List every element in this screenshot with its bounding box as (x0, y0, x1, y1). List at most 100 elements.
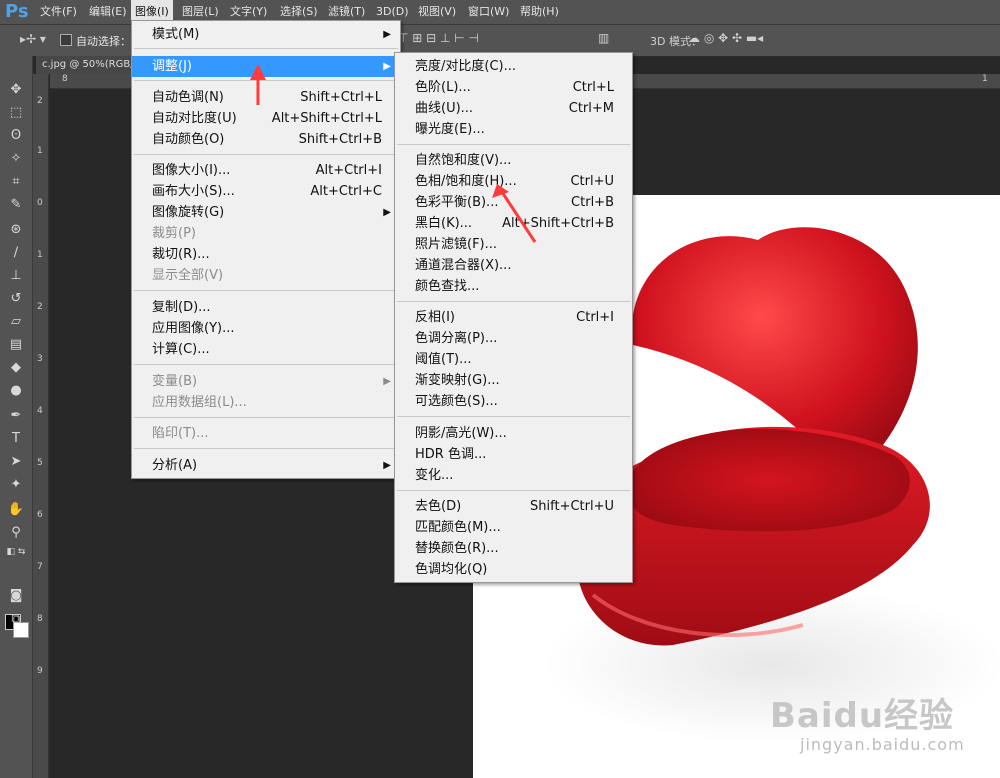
baidu-watermark: Baidu经验 (770, 696, 955, 736)
auto-select-label: 自动选择： (76, 35, 131, 48)
menu-item-levels[interactable]: 色阶(L)... Ctrl+L (395, 77, 632, 98)
menu-item-match-color[interactable]: 匹配颜色(M)... (395, 517, 632, 538)
menu-item-auto-contrast[interactable]: 自动对比度(U) Alt+Shift+Ctrl+L (132, 108, 400, 129)
menu-item-apply-image[interactable]: 应用图像(Y)... (132, 318, 400, 339)
menu-separator (134, 154, 398, 155)
menu-item-black-white[interactable]: 黑白(K)... Alt+Shift+Ctrl+B (395, 213, 632, 234)
screen-mode-icon[interactable]: ⧉ (6, 610, 26, 630)
path-select-icon[interactable]: ➤ (6, 452, 26, 472)
quick-mask-icon[interactable]: ◙ (6, 586, 26, 606)
ruler-label: 4 (37, 406, 43, 416)
menu-item-duplicate[interactable]: 复制(D)... (132, 297, 400, 318)
menu-item-hdr-toning[interactable]: HDR 色调... (395, 444, 632, 465)
magic-wand-icon[interactable]: ✧ (6, 149, 26, 169)
lasso-tool-icon[interactable]: ʘ (6, 126, 26, 146)
move-tool-icon[interactable]: ▸✢ ▾ (20, 32, 46, 46)
brush-tool-icon[interactable]: ∕ (6, 243, 26, 263)
ruler-label: 2 (37, 96, 43, 106)
eyedropper-icon[interactable]: ✎ (6, 195, 26, 215)
blur-tool-icon[interactable]: ◆ (6, 358, 26, 378)
tools-panel: ✥ ⬚ ʘ ✧ ⌗ ✎ ⊛ ∕ ⊥ ↺ ▱ ▤ ◆ ● ✒ T ➤ ✦ ✋ ⚲ … (0, 56, 33, 778)
menu-item-threshold[interactable]: 阈值(T)... (395, 349, 632, 370)
menu-separator (397, 301, 630, 302)
menu-item-adjustments[interactable]: 调整(J) ▶ (132, 56, 400, 77)
menu-item-selective-color[interactable]: 可选颜色(S)... (395, 391, 632, 412)
menu-item-desaturate[interactable]: 去色(D) Shift+Ctrl+U (395, 496, 632, 517)
menu-item-vibrance[interactable]: 自然饱和度(V)... (395, 150, 632, 171)
photoshop-logo: Ps (5, 1, 29, 22)
auto-select-checkbox[interactable] (60, 34, 72, 46)
pen-tool-icon[interactable]: ✒ (6, 406, 26, 426)
menu-item-image-rotation[interactable]: 图像旋转(G) ▶ (132, 202, 400, 223)
menu-edit[interactable]: 编辑(E) (85, 0, 131, 24)
align-icons[interactable]: ⊤ ⊞ ⊟ ⊥ ⊢ ⊣ (398, 31, 479, 45)
menu-item-canvas-size[interactable]: 画布大小(S)... Alt+Ctrl+C (132, 181, 400, 202)
menu-item-trap: 陷印(T)... (152, 426, 209, 441)
menu-item-mode[interactable]: 模式(M) ▶ (132, 24, 400, 45)
ruler-label: 5 (37, 458, 43, 468)
menu-item-photo-filter[interactable]: 照片滤镜(F)... (395, 234, 632, 255)
menu-item-posterize[interactable]: 色调分离(P)... (395, 328, 632, 349)
menu-item-color-lookup[interactable]: 颜色查找... (395, 276, 632, 297)
baidu-watermark-url: jingyan.baidu.com (800, 735, 965, 754)
menu-item-curves[interactable]: 曲线(U)... Ctrl+M (395, 98, 632, 119)
dodge-tool-icon[interactable]: ● (6, 381, 26, 401)
healing-brush-icon[interactable]: ⊛ (6, 220, 26, 240)
menu-item-hue-saturation[interactable]: 色相/饱和度(H)... Ctrl+U (395, 171, 632, 192)
menu-item-invert[interactable]: 反相(I) Ctrl+I (395, 307, 632, 328)
menu-item-exposure[interactable]: 曝光度(E)... (395, 119, 632, 140)
menu-separator (134, 290, 398, 291)
menu-item-reveal-all: 显示全部(V) (152, 268, 224, 283)
ruler-label: 1 (982, 74, 988, 84)
menu-separator (397, 490, 630, 491)
menu-item-equalize[interactable]: 色调均化(Q) (395, 559, 632, 580)
menu-item-variables: 变量(B) ▶ (132, 371, 400, 392)
shape-tool-icon[interactable]: ✦ (6, 475, 26, 495)
3d-mode-icons[interactable]: ☁ ◎ ✥ ✣ ▬◂ (688, 31, 763, 45)
menu-item-calculations[interactable]: 计算(C)... (132, 339, 400, 360)
menu-window[interactable]: 窗口(W) (464, 0, 513, 24)
hand-tool-icon[interactable]: ✋ (6, 500, 26, 520)
crop-tool-icon[interactable]: ⌗ (6, 172, 26, 192)
menu-item-channel-mixer[interactable]: 通道混合器(X)... (395, 255, 632, 276)
menu-item-replace-color[interactable]: 替换颜色(R)... (395, 538, 632, 559)
ruler-label: 1 (37, 250, 43, 260)
menu-item-apply-data-set: 应用数据组(L)... (152, 395, 247, 410)
history-brush-icon[interactable]: ↺ (6, 289, 26, 309)
ruler-label: 1 (37, 146, 43, 156)
menu-separator (134, 364, 398, 365)
submenu-arrow-icon: ▶ (383, 61, 391, 72)
ruler-label: 2 (37, 302, 43, 312)
menu-item-color-balance[interactable]: 色彩平衡(B)... Ctrl+B (395, 192, 632, 213)
eraser-tool-icon[interactable]: ▱ (6, 312, 26, 332)
zoom-tool-icon[interactable]: ⚲ (6, 523, 26, 543)
menu-view[interactable]: 视图(V) (414, 0, 460, 24)
ruler-label: 9 (37, 666, 43, 676)
gradient-tool-icon[interactable]: ▤ (6, 335, 26, 355)
submenu-arrow-icon: ▶ (383, 376, 391, 387)
menu-item-gradient-map[interactable]: 渐变映射(G)... (395, 370, 632, 391)
ruler-label: 8 (37, 614, 43, 624)
document-tab[interactable]: c.jpg @ 50%(RGB/... (36, 56, 142, 74)
menu-item-brightness-contrast[interactable]: 亮度/对比度(C)... (395, 56, 632, 77)
stamp-tool-icon[interactable]: ⊥ (6, 266, 26, 286)
swap-colors-icon[interactable]: ◧ ⇆ (6, 542, 26, 562)
menu-separator (134, 80, 398, 81)
menu-item-auto-color[interactable]: 自动颜色(O) Shift+Ctrl+B (132, 129, 400, 150)
menu-file[interactable]: 文件(F) (36, 0, 81, 24)
menu-help[interactable]: 帮助(H) (516, 0, 563, 24)
menu-item-trim[interactable]: 裁切(R)... (132, 244, 400, 265)
menu-separator (397, 144, 630, 145)
menu-item-shadows-highlights[interactable]: 阴影/高光(W)... (395, 423, 632, 444)
type-tool-icon[interactable]: T (6, 429, 26, 449)
menu-item-image-size[interactable]: 图像大小(I)... Alt+Ctrl+I (132, 160, 400, 181)
menu-item-auto-tone[interactable]: 自动色调(N) Shift+Ctrl+L (132, 87, 400, 108)
menu-item-variations[interactable]: 变化... (395, 465, 632, 486)
menu-item-analysis[interactable]: 分析(A) ▶ (132, 455, 400, 476)
auto-align-icon[interactable]: ▥ (598, 31, 609, 45)
move-tool-icon[interactable]: ✥ (6, 80, 26, 100)
submenu-arrow-icon: ▶ (383, 29, 391, 40)
submenu-arrow-icon: ▶ (383, 207, 391, 218)
marquee-tool-icon[interactable]: ⬚ (6, 103, 26, 123)
vertical-ruler: 2 1 0 1 2 3 4 5 6 7 8 9 (33, 74, 49, 778)
